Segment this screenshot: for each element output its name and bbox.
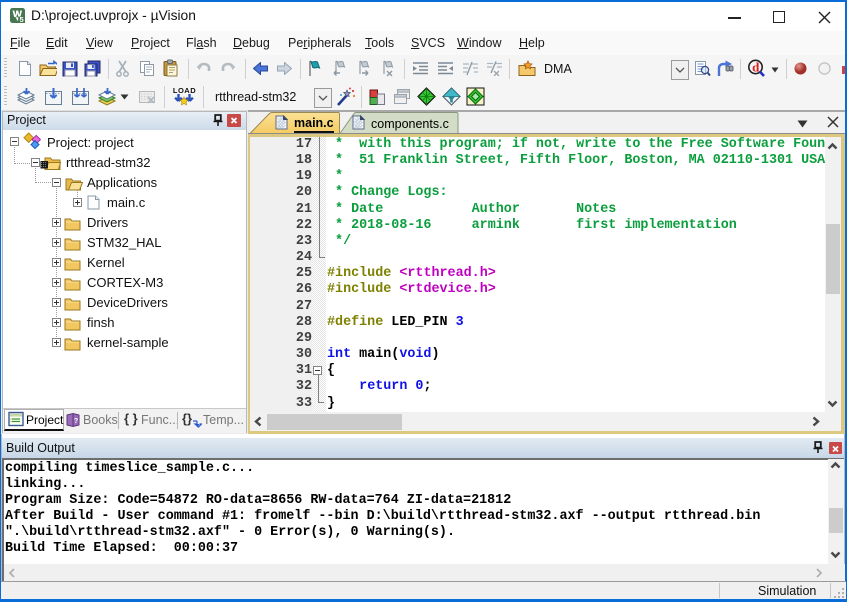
svg-text:?: ? bbox=[74, 418, 78, 425]
svg-text:5: 5 bbox=[20, 15, 24, 23]
svg-text:d: d bbox=[752, 60, 760, 75]
svg-text:LOAD: LOAD bbox=[173, 86, 196, 95]
